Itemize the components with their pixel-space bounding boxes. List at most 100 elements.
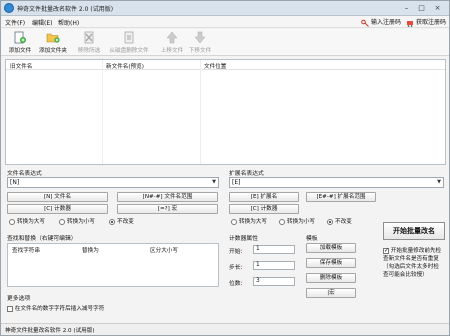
chevron-down-icon[interactable]: ▼ [211, 179, 217, 186]
key-icon [361, 19, 369, 27]
find-replace-grid[interactable]: 查找字符串 替换为 区分大小写 [7, 243, 219, 287]
status-bar: 神奇文件批量改名软件 2.0 (试用版) [1, 323, 449, 335]
filename-case-upper-label: 转换为大写 [17, 219, 45, 225]
filename-case-lower[interactable]: 转换为小写 [59, 217, 95, 225]
toolbar: 添加文件 添加文件夹 移除所选 从磁盘删除文件 上移文件 下移文件 [1, 29, 449, 56]
add-folder-icon [46, 33, 60, 43]
maximize-button[interactable]: □ [415, 3, 428, 13]
ext-expr-input[interactable]: [E] ▼ [229, 177, 444, 188]
insert-extension-range-button[interactable]: [E#-#] 扩展名范围 [306, 192, 376, 202]
filename-expr-value: [N] [10, 179, 20, 186]
insert-macro-button[interactable]: [=?] 宏 [117, 204, 218, 214]
file-list-header: 旧文件名 新文件名(预览) 文件位置 [6, 60, 445, 70]
counter-digits-input[interactable]: 3 [253, 277, 295, 286]
counter-step-input[interactable]: 1 [253, 261, 295, 270]
counter-digits-label: 位数: [229, 281, 243, 287]
ext-case-lower-label: 转换为小写 [287, 219, 315, 225]
chevron-down-icon[interactable]: ▼ [436, 179, 442, 186]
radio-icon [59, 218, 65, 225]
checkbox-icon[interactable] [7, 305, 13, 312]
find-replace-label: 查找和替换（右键可编辑） [7, 236, 77, 242]
col-case-sensitive: 区分大小写 [150, 248, 178, 254]
delete-from-disk-label: 从磁盘删除文件 [109, 48, 149, 54]
ext-expr-value: [E] [232, 179, 241, 186]
column-divider [200, 60, 201, 164]
insert-ext-counter-button[interactable]: [C] 计数器 [229, 204, 299, 214]
status-text: 神奇文件批量改名软件 2.0 (试用版) [5, 328, 95, 334]
app-logo-icon [4, 3, 14, 13]
radio-selected-icon [327, 218, 333, 225]
close-button[interactable]: × [431, 3, 444, 13]
col-find-string: 查找字符串 [12, 248, 40, 254]
enter-reg-code-label: 输入注册码 [371, 19, 402, 26]
ext-case-lower[interactable]: 转换为小写 [279, 217, 315, 225]
radio-icon [231, 218, 237, 225]
move-up-label: 上移文件 [160, 48, 184, 54]
column-divider [102, 60, 103, 164]
col-location[interactable]: 文件位置 [204, 62, 226, 70]
move-up-icon [166, 31, 178, 44]
add-folder-button[interactable]: 添加文件夹 [37, 31, 69, 55]
insert-filename-range-button[interactable]: [N#-#] 文件名范围 [117, 192, 218, 202]
window-title: 神奇文件批量改名软件 2.0 (试用版) [17, 6, 114, 13]
radio-icon [279, 218, 285, 225]
filename-case-upper[interactable]: 转换为大写 [9, 217, 45, 225]
filename-expr-input[interactable]: [N] ▼ [7, 177, 219, 188]
insert-hyphen-option[interactable]: 在文件名的数字字符后插入减号字符 [7, 304, 217, 313]
radio-icon [9, 218, 15, 225]
filename-case-options: 转换为大写 转换为小写 不改变 [9, 217, 219, 226]
counter-step-label: 步长: [229, 265, 243, 271]
get-reg-code-label: 获取注册码 [416, 19, 447, 26]
menu-edit[interactable]: 编辑(E) [32, 18, 52, 27]
duplicate-check-note[interactable]: 开始批量修改前先检查新文件名是否有重复（勾选后文件太多时检查可能会比较慢） [383, 247, 443, 279]
ext-case-upper[interactable]: 转换为大写 [231, 217, 267, 225]
start-rename-button[interactable]: 开始批量改名 [383, 222, 445, 240]
checkbox-checked-icon[interactable] [383, 247, 389, 255]
template-macro-button[interactable]: |宏 [306, 288, 356, 298]
insert-extension-button[interactable]: [E] 扩展名 [229, 192, 299, 202]
add-file-icon [14, 31, 26, 44]
enter-reg-code-link[interactable]: 输入注册码 [361, 17, 401, 27]
menu-help[interactable]: 帮助(H) [58, 18, 79, 27]
remove-icon [84, 31, 94, 44]
radio-selected-icon [109, 218, 115, 225]
counter-start-label: 开始: [229, 249, 243, 255]
ext-case-none[interactable]: 不改变 [327, 217, 352, 225]
move-down-button[interactable]: 下移文件 [188, 31, 212, 55]
get-reg-code-link[interactable]: 获取注册码 [406, 17, 446, 27]
add-file-button[interactable]: 添加文件 [7, 31, 33, 55]
menu-bar: 文件(F) 编辑(E) 帮助(H) 输入注册码 获取注册码 [1, 16, 449, 28]
move-down-label: 下移文件 [188, 48, 212, 54]
delete-from-disk-button[interactable]: 从磁盘删除文件 [107, 31, 151, 55]
template-label: 模板 [306, 236, 318, 242]
app-window: 神奇文件批量改名软件 2.0 (试用版) – □ × 文件(F) 编辑(E) 帮… [0, 0, 450, 336]
load-template-button[interactable]: 加载模板 [306, 243, 356, 253]
save-template-button[interactable]: 保存模板 [306, 258, 356, 268]
counter-props-label: 计数器属性 [229, 236, 258, 242]
delete-disk-icon [124, 31, 134, 44]
col-new-name[interactable]: 新文件名(预览) [106, 62, 144, 70]
insert-counter-button[interactable]: [C] 计数器 [7, 204, 108, 214]
filename-case-none[interactable]: 不改变 [109, 217, 134, 225]
cart-icon [407, 20, 413, 27]
filename-case-none-label: 不改变 [117, 219, 134, 225]
file-list[interactable]: 旧文件名 新文件名(预览) 文件位置 [5, 59, 446, 165]
insert-hyphen-label: 在文件名的数字字符后插入减号字符 [14, 306, 105, 312]
more-options-label: 更多选项 [7, 296, 31, 302]
col-replace-with: 替换为 [82, 248, 99, 254]
move-up-button[interactable]: 上移文件 [160, 31, 184, 55]
delete-template-button[interactable]: 删除模板 [306, 273, 356, 283]
ext-case-options: 转换为大写 转换为小写 不改变 [231, 217, 379, 226]
move-down-icon [194, 31, 206, 44]
insert-filename-button[interactable]: [N] 文件名 [7, 192, 108, 202]
col-old-name[interactable]: 旧文件名 [10, 62, 32, 70]
filename-expr-label: 文件名表达式 [7, 171, 42, 177]
counter-start-input[interactable]: 1 [253, 245, 295, 254]
add-file-label: 添加文件 [8, 48, 32, 54]
menu-file[interactable]: 文件(F) [5, 18, 25, 27]
remove-selected-button[interactable]: 移除所选 [75, 31, 103, 55]
minimize-button[interactable]: – [400, 3, 413, 13]
remove-selected-label: 移除所选 [77, 48, 101, 54]
ext-case-none-label: 不改变 [335, 219, 352, 225]
duplicate-check-label: 开始批量修改前先检查新文件名是否有重复（勾选后文件太多时检查可能会比较慢） [383, 248, 442, 278]
